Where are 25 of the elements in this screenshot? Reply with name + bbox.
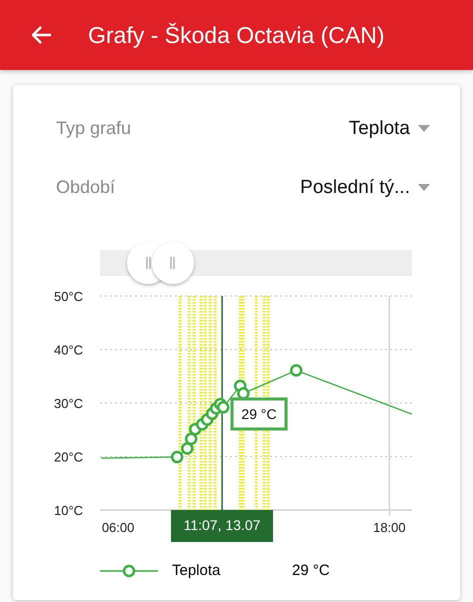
legend-value: 29 °C bbox=[292, 562, 330, 579]
back-arrow-icon[interactable] bbox=[32, 26, 52, 44]
axis-label: 06:00 bbox=[102, 520, 134, 535]
data-point bbox=[290, 364, 302, 377]
value-tooltip: 29 °C bbox=[230, 398, 288, 430]
time-tooltip: 11:07, 13.07 bbox=[171, 510, 273, 542]
dropdown[interactable]: Poslední tý... bbox=[300, 176, 430, 198]
legend-label: Teplota bbox=[172, 562, 222, 579]
field-label: Období bbox=[56, 177, 116, 198]
axis-label: 10°C bbox=[54, 503, 84, 518]
axis-label: 20°C bbox=[54, 450, 84, 464]
caret-icon bbox=[418, 184, 430, 191]
legend-line-icon bbox=[100, 564, 158, 578]
axis-label: 30°C bbox=[54, 396, 84, 411]
axis-label: 40°C bbox=[54, 342, 84, 358]
screen-title: Grafy - Škoda Octavia (CAN) bbox=[88, 22, 385, 48]
data-point bbox=[237, 387, 250, 400]
data-point bbox=[184, 432, 198, 446]
caret-icon bbox=[418, 125, 430, 132]
data-point bbox=[170, 450, 184, 464]
dropdown[interactable]: Teplota bbox=[348, 118, 430, 140]
data-point bbox=[181, 442, 194, 455]
axis-label: 18:00 bbox=[373, 520, 406, 535]
axis-label: 50°C bbox=[54, 289, 84, 304]
field-label: Typ grafu bbox=[56, 118, 132, 139]
